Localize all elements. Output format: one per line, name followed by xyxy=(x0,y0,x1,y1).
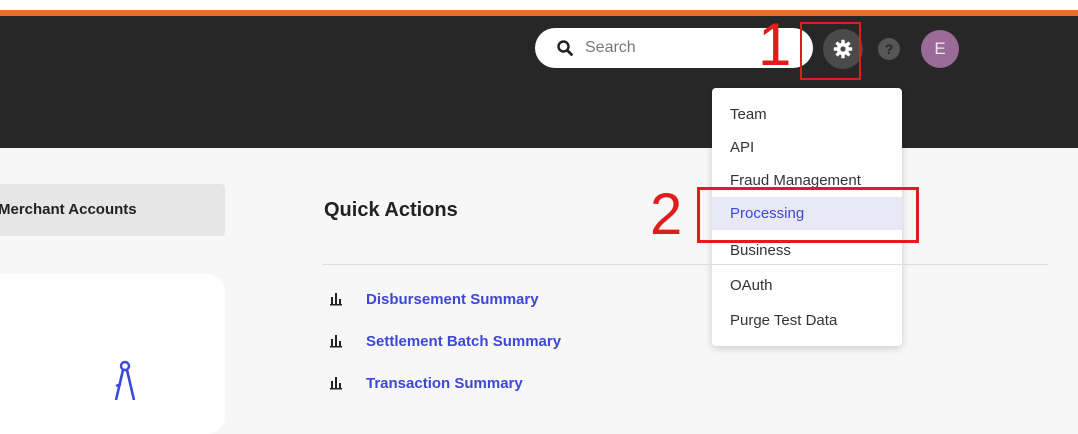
quick-actions-divider xyxy=(322,264,1048,265)
merchant-accounts-label: Merchant Accounts xyxy=(0,201,137,218)
help-icon: ? xyxy=(884,41,894,57)
annotation-step-2: 2 xyxy=(650,182,683,247)
annotation-step-1: 1 xyxy=(758,11,792,78)
menu-item-purge-test-data[interactable]: Purge Test Data xyxy=(712,304,902,337)
annotation-box-processing xyxy=(697,187,919,243)
menu-item-api[interactable]: API xyxy=(712,131,902,164)
quick-action-label[interactable]: Settlement Batch Summary xyxy=(366,333,561,350)
user-avatar[interactable]: E xyxy=(921,30,959,68)
avatar-initial: E xyxy=(934,39,946,58)
quick-actions-title: Quick Actions xyxy=(324,199,458,221)
quick-action-disbursement-summary[interactable]: Disbursement Summary xyxy=(330,288,539,310)
menu-item-oauth[interactable]: OAuth xyxy=(712,269,902,302)
help-button[interactable]: ? xyxy=(878,38,900,60)
quick-action-label[interactable]: Disbursement Summary xyxy=(366,291,539,308)
quick-action-label[interactable]: Transaction Summary xyxy=(366,375,523,392)
annotation-box-settings xyxy=(800,22,861,80)
merchant-accounts-tab[interactable]: Merchant Accounts xyxy=(0,184,225,236)
compass-icon xyxy=(114,360,136,400)
merchant-card xyxy=(0,274,225,434)
search-input[interactable] xyxy=(583,38,777,58)
quick-action-settlement-batch-summary[interactable]: Settlement Batch Summary xyxy=(330,330,561,352)
search-icon xyxy=(557,40,573,56)
bar-chart-icon xyxy=(330,293,342,306)
bar-chart-icon xyxy=(330,335,342,348)
bar-chart-icon xyxy=(330,377,342,390)
quick-action-transaction-summary[interactable]: Transaction Summary xyxy=(330,372,523,394)
menu-item-team[interactable]: Team xyxy=(712,98,902,131)
top-strip xyxy=(0,0,1078,10)
